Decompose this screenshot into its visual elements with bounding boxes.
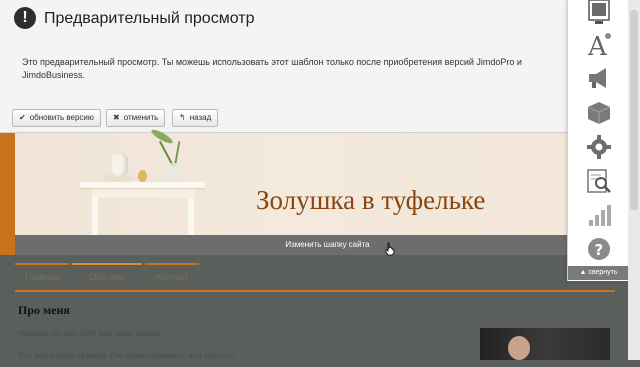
- page-scrollbar[interactable]: [628, 0, 640, 360]
- check-icon: ✔: [19, 113, 26, 122]
- edit-header-bar[interactable]: Изменить шапку сайта: [15, 235, 640, 255]
- edit-header-label[interactable]: Изменить шапку сайта: [15, 235, 640, 255]
- notice-title: Предварительный просмотр: [44, 10, 255, 27]
- settings-gear-icon[interactable]: [586, 134, 612, 160]
- nav-item-home[interactable]: Главная: [15, 263, 69, 291]
- svg-text:?: ?: [595, 241, 604, 259]
- notice-text: Это предварительный просмотр. Ты можешь …: [22, 57, 522, 80]
- scrollbar-thumb[interactable]: [630, 10, 638, 210]
- about-line: Это всего лишь пример. Его можно изменит…: [18, 351, 237, 360]
- statistics-search-icon[interactable]: [586, 168, 612, 194]
- header-image-vase: [168, 163, 178, 182]
- back-button[interactable]: ↰ назад: [172, 109, 219, 127]
- update-version-label: обновить версию: [29, 113, 94, 122]
- site-navigation: Главная Обо мне Контакт: [15, 263, 575, 291]
- preview-notice-panel: ! Предварительный просмотр Это предварит…: [0, 0, 640, 133]
- box-icon[interactable]: [586, 100, 612, 126]
- cancel-label: отменить: [123, 113, 159, 122]
- site-title[interactable]: Золушка в туфельке: [256, 183, 485, 217]
- collapse-label: свернуть: [588, 269, 618, 276]
- nav-divider: [15, 290, 615, 292]
- close-icon: ✖: [113, 113, 120, 122]
- exclamation-icon: !: [14, 7, 36, 29]
- cancel-button[interactable]: ✖ отменить: [106, 109, 166, 127]
- font-icon[interactable]: A: [586, 31, 612, 57]
- header-image-pear: [138, 170, 147, 182]
- layout-icon[interactable]: [586, 0, 612, 26]
- header-image-jug: [112, 153, 128, 177]
- header-accent-bar: [0, 133, 15, 255]
- photo-person: [508, 336, 530, 360]
- collapse-toolbar-button[interactable]: ▲ свернуть: [568, 266, 629, 280]
- back-label: назад: [189, 113, 212, 122]
- nav-item-about[interactable]: Обо мне: [72, 263, 142, 291]
- about-title: Про меня: [18, 303, 70, 317]
- hand-cursor-icon: [385, 242, 395, 256]
- header-image-table-top: [80, 182, 205, 188]
- about-photo: [480, 328, 610, 360]
- megaphone-icon[interactable]: [586, 65, 612, 91]
- jimdo-admin-toolbar: A ? ▲ свернуть: [567, 0, 629, 281]
- site-header: Золушка в туфельке: [0, 127, 640, 235]
- update-version-button[interactable]: ✔ обновить версию: [12, 109, 101, 127]
- help-icon[interactable]: ?: [586, 236, 612, 262]
- back-arrow-icon: ↰: [179, 113, 186, 122]
- nav-item-contact[interactable]: Контакт: [145, 263, 199, 291]
- svg-text:A: A: [587, 32, 608, 57]
- about-line: Напиши тут про себя или свою фирму.: [18, 329, 162, 338]
- header-image-table-apron: [92, 188, 194, 198]
- about-text: Напиши тут про себя или свою фирму. Это …: [18, 323, 348, 367]
- stats-bars-icon[interactable]: [586, 202, 612, 228]
